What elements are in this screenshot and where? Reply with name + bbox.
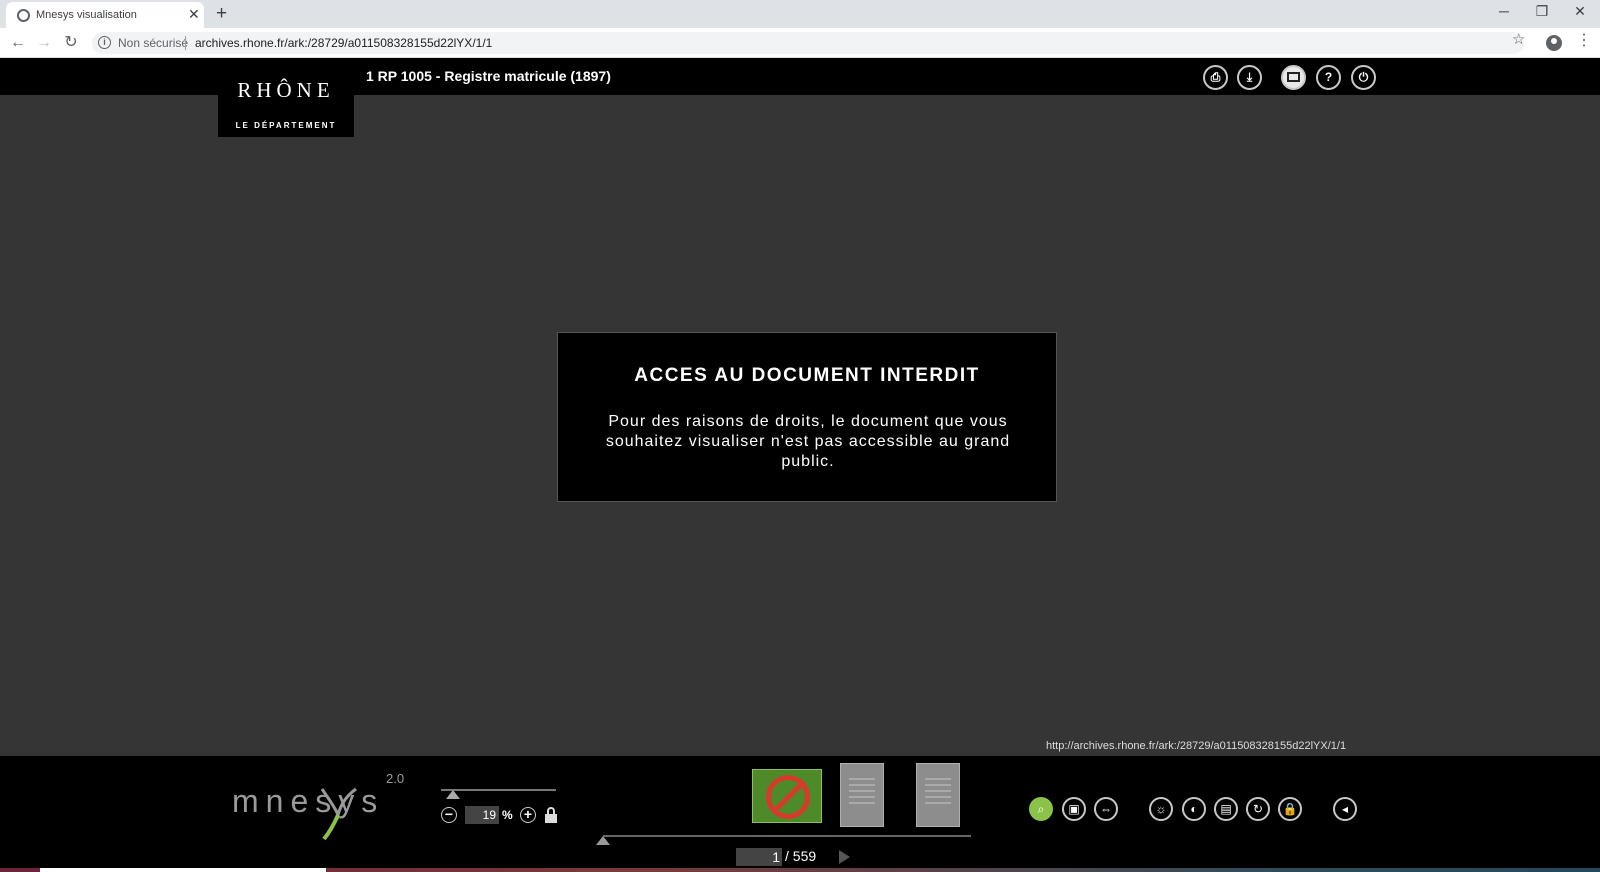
zoom-unit: %: [502, 808, 513, 822]
brightness-icon[interactable]: ☼: [1149, 797, 1173, 821]
rhone-logo[interactable]: RHÔNE LE DÉPARTEMENT: [218, 58, 354, 137]
thumbnail-page-3[interactable]: [916, 763, 960, 827]
mnesys-version: 2.0: [386, 771, 405, 786]
thumbnail-page-2[interactable]: [840, 763, 884, 827]
mnesys-logo: mnesys: [232, 783, 385, 819]
document-title: 1 RP 1005 - Registre matricule (1897): [366, 68, 611, 84]
profile-icon[interactable]: [1546, 35, 1562, 51]
zoom-slider-handle[interactable]: [446, 790, 460, 799]
access-denied-message: Pour des raisons de droits, le document …: [605, 413, 1011, 470]
bookmark-star-icon[interactable]: ☆: [1512, 32, 1525, 47]
next-page-icon[interactable]: [839, 850, 850, 864]
zoom-lock-icon[interactable]: [545, 807, 557, 823]
reload-icon[interactable]: ↻: [61, 33, 81, 53]
browser-tab[interactable]: Mnesys visualisation ✕: [6, 2, 204, 28]
url-text[interactable]: archives.rhone.fr/ark:/28729/a0115083281…: [195, 36, 492, 50]
globe-icon: [17, 9, 30, 22]
logo-sub-text: LE DÉPARTEMENT: [235, 121, 337, 130]
contrast-icon[interactable]: ◐: [1182, 797, 1206, 821]
window-close-button[interactable]: ✕: [1570, 3, 1590, 20]
page-total: / 559: [785, 848, 817, 864]
forbidden-icon: [766, 775, 810, 819]
menu-kebab-icon[interactable]: ⋮: [1576, 33, 1592, 49]
security-label[interactable]: Non sécurisé: [118, 36, 188, 50]
page-slider-track[interactable]: [603, 835, 971, 837]
info-icon[interactable]: i: [98, 36, 111, 49]
back-icon[interactable]: ←: [8, 33, 28, 53]
fit-page-icon[interactable]: ▣: [1062, 797, 1086, 821]
forward-icon[interactable]: →: [34, 33, 54, 53]
bottom-strip-highlight: [40, 868, 326, 872]
power-icon[interactable]: ⏻: [1351, 65, 1376, 90]
lock-icon[interactable]: 🔒: [1278, 797, 1302, 821]
logo-main-text: RHÔNE: [237, 78, 335, 102]
browser-tabbar: Mnesys visualisation ✕ + ─ ❐ ✕: [0, 0, 1600, 28]
address-bar[interactable]: i Non sécurisé archives.rhone.fr/ark:/28…: [92, 32, 1524, 54]
page-slider-handle[interactable]: [596, 836, 610, 845]
fullscreen-icon[interactable]: [1281, 65, 1306, 90]
minimize-button[interactable]: ─: [1494, 3, 1514, 19]
address-separator: [185, 36, 186, 50]
zoom-input[interactable]: [465, 806, 499, 824]
download-icon[interactable]: ⤓: [1237, 65, 1262, 90]
tab-close-icon[interactable]: ✕: [188, 7, 200, 21]
zoom-out-button[interactable]: −: [441, 807, 457, 823]
magnifier-icon[interactable]: ⌕: [1029, 797, 1053, 821]
image-icon[interactable]: ▤: [1214, 797, 1238, 821]
mnesys-y-swoosh: [320, 787, 357, 841]
access-denied-dialog: ACCES AU DOCUMENT INTERDIT Pour des rais…: [557, 332, 1057, 502]
rotate-icon[interactable]: ↻: [1246, 797, 1270, 821]
browser-toolbar: ← → ↻ i Non sécurisé archives.rhone.fr/a…: [0, 28, 1600, 58]
fit-width-icon[interactable]: ⇔: [1094, 797, 1118, 821]
zoom-in-button[interactable]: +: [520, 807, 536, 823]
new-tab-button[interactable]: +: [216, 4, 227, 23]
tab-title: Mnesys visualisation: [36, 9, 137, 21]
restore-button[interactable]: ❐: [1532, 3, 1552, 20]
page-number-input[interactable]: [736, 848, 782, 866]
access-denied-title: ACCES AU DOCUMENT INTERDIT: [634, 365, 980, 386]
help-icon[interactable]: ?: [1316, 65, 1341, 90]
thumbnail-forbidden[interactable]: [752, 769, 822, 823]
print-icon[interactable]: ⎙: [1203, 65, 1228, 90]
collapse-icon[interactable]: ◂: [1333, 797, 1357, 821]
status-url: http://archives.rhone.fr/ark:/28729/a011…: [1046, 740, 1347, 752]
